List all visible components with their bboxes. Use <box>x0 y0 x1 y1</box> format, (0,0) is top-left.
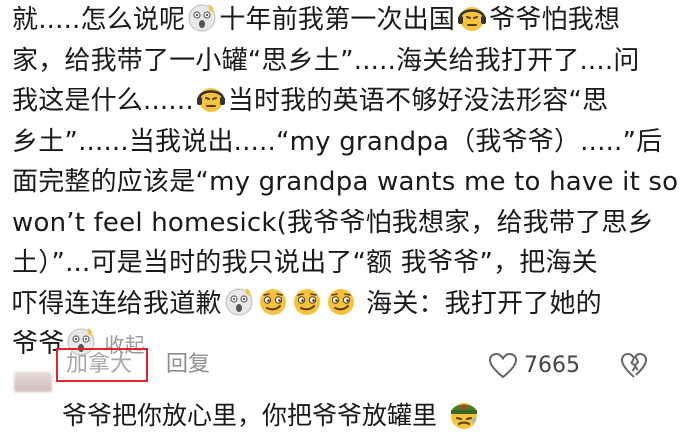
comment-line: 土）”...可是当时的我只说出了“额 我爷爷”，把海关 <box>12 243 672 284</box>
shocked-face-emoji <box>224 287 254 317</box>
comment-line: 乡土”......当我说出.....“my grandpa（我爷爷）.....”… <box>12 122 672 163</box>
comment-text: 爷爷怕我想 <box>489 5 621 35</box>
comment-line: 家，给我带了一小罐“思乡土”.....海关给我打开了....问 <box>12 41 672 82</box>
avatar[interactable] <box>14 372 52 392</box>
comment-text: 就.....怎么说呢 <box>12 5 186 35</box>
like-button[interactable]: 7665 <box>488 351 580 381</box>
comment-post: 就.....怎么说呢 十年前我第一次出国 爷爷怕我想家，给我带了一小罐“思乡土”..… <box>12 0 680 365</box>
comment-text: 吓得连连给我道歉 <box>12 288 222 319</box>
awkward-headphones-emoji <box>457 3 487 33</box>
shocked-face-emoji <box>187 3 217 33</box>
broken-heart-icon[interactable] <box>620 352 648 380</box>
like-count: 7665 <box>524 353 580 378</box>
comment-line: 面完整的应该是“my grandpa wants me to have it s… <box>12 162 680 203</box>
comment-line: won’t feel homesick(我爷爷怕我想家，给我带了思乡 <box>12 203 672 244</box>
reply-text: 爷爷把你放心里，你把爷爷放罐里 <box>62 401 438 430</box>
comment-body: 就.....怎么说呢 十年前我第一次出国 爷爷怕我想家，给我带了一小罐“思乡土”..… <box>12 0 680 365</box>
soldier-sweat-emoji <box>447 397 481 431</box>
reply-button[interactable]: 回复 <box>166 351 210 379</box>
comment-text: 面完整的应该是“my grandpa wants me to have it s… <box>12 167 680 197</box>
comment-line: 我这是什么...... 当时我的英语不够好没法形容“思 <box>12 81 672 122</box>
comment-text: 乡土”......当我说出.....“my grandpa（我爷爷）.....”… <box>12 126 663 157</box>
comment-text: won’t feel homesick(我爷爷怕我想家，给我带了思乡 <box>12 207 654 238</box>
comment-text: 海关：我打开了她的 <box>357 288 602 319</box>
comment-line: 就.....怎么说呢 十年前我第一次出国 爷爷怕我想 <box>12 0 672 41</box>
comment-line: 吓得连连给我道歉 海关：我打开了她的 <box>12 284 672 325</box>
comment-text: 土）”...可是当时的我只说出了“额 我爷爷”，把海关 <box>12 248 598 278</box>
smirk-face-emoji <box>258 287 288 317</box>
location-label: 加拿大 <box>66 352 133 377</box>
comment-text: 当时我的英语不够好没法形容“思 <box>227 86 609 116</box>
smirk-face-emoji <box>292 287 322 317</box>
smirk-face-emoji <box>326 287 356 317</box>
heart-outline-icon <box>488 352 518 379</box>
awkward-headphones-emoji <box>196 84 226 114</box>
comment-text: 我这是什么...... <box>12 86 194 116</box>
comment-text: 十年前我第一次出国 <box>219 5 456 35</box>
reply-comment: 爷爷把你放心里，你把爷爷放罐里 <box>62 397 483 434</box>
comment-text: 家，给我带了一小罐“思乡土”.....海关给我打开了....问 <box>12 45 640 76</box>
